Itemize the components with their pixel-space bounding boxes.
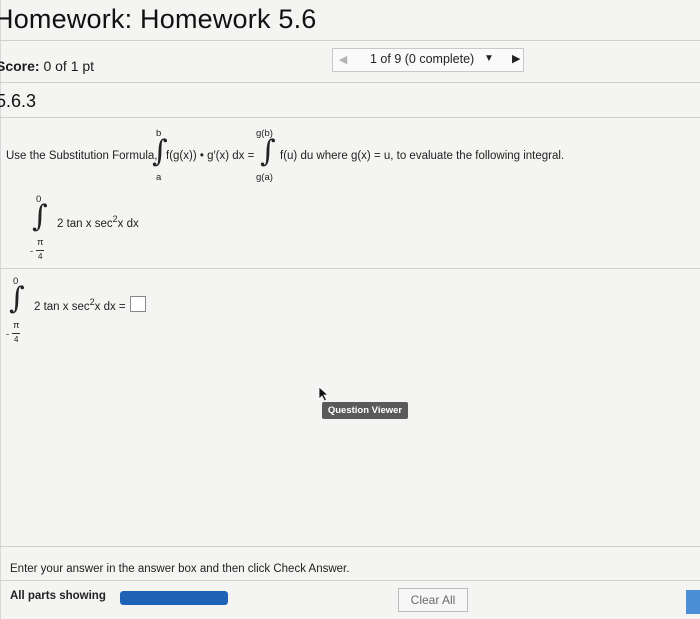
footer-divider [0, 546, 700, 547]
problem-integrand: 2 tan x sec2x dx [57, 214, 139, 230]
lhs-lower-limit: a [156, 172, 162, 183]
triangle-down-icon[interactable]: ▼ [484, 53, 494, 64]
instruction-message: Enter your answer in the answer box and … [10, 563, 350, 575]
score-value: 0 of 1 pt [43, 58, 95, 74]
parts-progress-bar [120, 591, 228, 605]
rhs-text: f(u) du where g(x) = u, to evaluate the … [280, 150, 565, 162]
answer-lower-den: 4 [14, 335, 19, 344]
rhs-lower-limit: g(a) [256, 172, 273, 183]
problem-lower-den: 4 [38, 252, 43, 261]
section-divider [0, 117, 700, 118]
formula-intro: Use the Substitution Formula, [6, 150, 158, 162]
integral-sign-icon: ∫ [32, 199, 48, 234]
integral-sign-icon: ∫ [9, 281, 25, 316]
score-label: Score: [0, 58, 40, 74]
answer-lower-sign: - [6, 329, 10, 340]
problem-divider [0, 268, 700, 269]
integrand-main: 2 tan x sec [57, 217, 113, 230]
triangle-left-icon[interactable]: ◀ [334, 52, 352, 68]
section-number: 5.6.3 [0, 91, 37, 111]
score-display: Score: 0 of 1 pt [0, 58, 94, 74]
clear-all-button[interactable]: Clear All [398, 588, 468, 612]
title-divider [0, 40, 700, 41]
page-title: Homework: Homework 5.6 [0, 4, 317, 34]
integral-sign-icon: ∫ [260, 134, 276, 169]
parts-showing-label: All parts showing [10, 590, 106, 602]
lhs-integrand: f(g(x)) • g′(x) dx = [166, 150, 255, 162]
check-answer-button[interactable] [686, 590, 700, 614]
integrand-tail: x dx [117, 217, 139, 230]
integrand-tail: x dx = [94, 300, 126, 313]
triangle-right-icon[interactable]: ▶ [512, 52, 520, 65]
mouse-pointer-icon [318, 386, 330, 402]
problem-lower-sign: - [30, 246, 34, 257]
question-viewer-button[interactable]: Question Viewer [322, 402, 408, 419]
fraction-bar [12, 333, 20, 334]
progress-fill [120, 591, 228, 605]
fraction-bar [36, 250, 44, 251]
question-counter-dropdown[interactable]: 1 of 9 (0 complete) [370, 52, 474, 66]
answer-integrand: 2 tan x sec2x dx = [34, 297, 126, 313]
answer-input[interactable] [130, 296, 146, 312]
problem-lower-num: π [37, 237, 44, 248]
score-divider [0, 82, 700, 83]
integrand-main: 2 tan x sec [34, 300, 90, 313]
footer-divider-2 [0, 580, 700, 581]
answer-lower-num: π [13, 320, 20, 331]
